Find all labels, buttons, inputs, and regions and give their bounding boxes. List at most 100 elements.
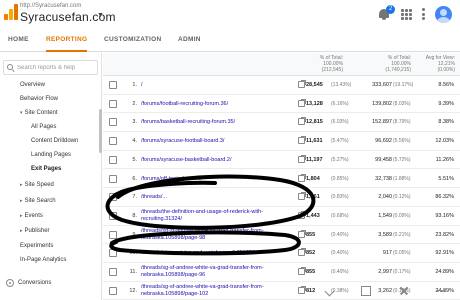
tab-admin[interactable]: ADMIN — [178, 28, 201, 52]
page-path-link[interactable]: /threads/ot-smart-tvs-and-watchespn.3.75… — [141, 250, 296, 256]
open-page-icon[interactable] — [298, 98, 306, 107]
tab-customization[interactable]: CUSTOMIZATION — [104, 28, 161, 52]
row-number: 6. — [132, 175, 137, 182]
table-row[interactable]: 3. /forums/basketball-recruiting-forum.35… — [103, 113, 460, 133]
pageviews-value: 1,804 — [306, 175, 320, 182]
sidebar-item-site-speed[interactable]: ▸ Site Speed — [20, 182, 54, 188]
report-search-box[interactable] — [3, 60, 98, 75]
pageviews-value: 11,631 — [306, 138, 323, 145]
page-path-link[interactable]: /forums/basketball-recruiting-forum.35/ — [141, 119, 296, 125]
row-checkbox[interactable] — [109, 230, 117, 239]
search-input[interactable] — [17, 62, 95, 73]
open-page-icon[interactable] — [298, 136, 306, 145]
page-path-link[interactable]: /forums/syracuse-football-board.3/ — [141, 138, 296, 144]
page-path-link[interactable]: /threads/... — [141, 194, 296, 200]
open-page-icon[interactable] — [298, 229, 306, 238]
row-checkbox[interactable] — [109, 268, 117, 276]
entrances-percent: (5.56%) — [393, 138, 411, 145]
more-options-icon[interactable] — [436, 286, 447, 296]
page-path-link[interactable]: /threads/sg-sf-andree-white-va-grad-tran… — [141, 284, 296, 300]
pageviews-value: 852 — [306, 250, 316, 257]
sidebar-item-conversions[interactable]: Conversions — [18, 280, 51, 286]
back-arrow-icon[interactable] — [324, 286, 334, 296]
row-checkbox[interactable] — [109, 174, 117, 183]
table-row[interactable]: 2. /forums/football-recruiting-forum.36/1… — [103, 95, 460, 114]
open-page-icon[interactable] — [298, 80, 306, 88]
table-row[interactable]: 9. /threads/sg-sf-andree-white-va-grad-tr… — [103, 226, 460, 245]
sidebar-item-landing-pages[interactable]: Landing Pages — [31, 152, 71, 158]
entrances-percent: (8.79%) — [393, 119, 411, 126]
page-path-link[interactable]: /threads/sg-sf-andree-white-va-grad-tran… — [141, 228, 296, 244]
table-row[interactable]: 7. /threads/... 1,761 (0.83%) 2,040 (0.12%) 86… — [103, 188, 460, 207]
apps-grid-icon[interactable] — [401, 8, 412, 20]
open-page-icon[interactable] — [298, 117, 306, 126]
row-checkbox[interactable] — [109, 249, 117, 258]
page-path-link[interactable]: /forums/football-recruiting-forum.36/ — [141, 101, 296, 107]
page-path-link[interactable]: /forums/off-topic-forum.6/ — [141, 176, 296, 182]
open-page-icon[interactable] — [298, 248, 306, 257]
sidebar-item-label: Site Search — [24, 198, 56, 204]
pageviews-percent: (5.47%) — [331, 138, 349, 145]
table-row[interactable]: 8. /threads/the-definition-and-usage-of-r… — [103, 207, 460, 226]
row-checkbox[interactable] — [109, 137, 117, 146]
table-row[interactable]: 6. /forums/off-topic-forum.6/1,804 (0.85%)… — [103, 170, 460, 189]
sidebar-item-experiments[interactable]: Experiments — [20, 243, 53, 249]
sidebar-item-in-page-analytics[interactable]: In-Page Analytics — [20, 257, 66, 263]
row-checkbox[interactable] — [109, 211, 117, 220]
table-row[interactable]: 1. / 28,545 (13.43%) 333,607 (19.17%) 8.56% — [103, 76, 460, 95]
sidebar-scrollbar[interactable] — [99, 109, 102, 153]
sidebar-item-content-drilldown[interactable]: Content Drilldown — [31, 138, 78, 144]
open-page-icon[interactable] — [298, 285, 306, 294]
page-path-link[interactable]: /threads/sg-sf-andree-white-va-grad-tran… — [141, 265, 296, 281]
open-page-icon[interactable] — [298, 173, 306, 182]
sidebar-item-publisher[interactable]: ▸ Publisher — [20, 228, 50, 234]
pageviews-percent: (6.16%) — [331, 100, 349, 107]
row-checkbox[interactable] — [109, 99, 117, 108]
sidebar-item-all-pages[interactable]: All Pages — [31, 124, 56, 130]
close-icon[interactable] — [399, 286, 409, 296]
sidebar-item-behavior-flow[interactable]: Behavior Flow — [20, 96, 58, 102]
entrances-value: 1,549 — [378, 212, 392, 219]
account-avatar[interactable] — [435, 5, 452, 23]
notifications-bell-icon[interactable]: 2 — [377, 5, 395, 21]
open-page-icon[interactable] — [298, 210, 306, 219]
open-page-icon[interactable] — [298, 267, 306, 275]
table-row[interactable]: 10. /threads/ot-smart-tvs-and-watchespn.3… — [103, 244, 460, 263]
sidebar-item-overview[interactable]: Overview — [20, 82, 45, 88]
caret-right-icon: ▸ — [20, 213, 23, 219]
open-page-icon[interactable] — [298, 154, 306, 163]
row-checkbox[interactable] — [109, 193, 117, 202]
entrances-value: 32,738 — [375, 175, 392, 182]
chevron-down-icon[interactable]: ▼ — [97, 12, 104, 19]
sidebar-item-label: Events — [24, 213, 43, 219]
sidebar-item-events[interactable]: ▸ Events — [20, 213, 43, 219]
sidebar-item-site-search[interactable]: ▸ Site Search — [20, 198, 56, 204]
row-number: 7. — [132, 194, 137, 201]
open-page-icon[interactable] — [298, 192, 306, 201]
table-row[interactable]: 11. /threads/sg-sf-andree-white-va-grad-t… — [103, 263, 460, 282]
page-path-link[interactable]: / — [141, 82, 296, 88]
notification-count-badge: 2 — [386, 5, 395, 14]
pageviews-value: 13,128 — [306, 100, 323, 107]
table-row[interactable]: 4. /forums/syracuse-football-board.3/11,6… — [103, 132, 460, 151]
page-path-link[interactable]: /threads/the-definition-and-usage-of-red… — [141, 209, 296, 225]
exit-rate-value: 8.38% — [438, 119, 454, 126]
exit-rate-value: 93.16% — [435, 212, 454, 219]
row-checkbox[interactable] — [109, 81, 117, 89]
exit-rate-value: 9.39% — [438, 100, 454, 107]
entrances-value: 139,802 — [372, 100, 392, 107]
tab-reporting[interactable]: REPORTING — [46, 28, 88, 52]
row-checkbox[interactable] — [109, 155, 117, 164]
sidebar-item-site-content[interactable]: ▾ Site Content — [20, 110, 58, 116]
exit-rate-value: 5.51% — [438, 175, 454, 182]
table-summary-row: % of Total: 100.00% (212,545) % of Total: 1… — [103, 53, 460, 76]
tab-home[interactable]: HOME — [8, 28, 29, 52]
row-checkbox[interactable] — [109, 118, 117, 127]
row-number: 2. — [132, 100, 137, 107]
table-row[interactable]: 5. /forums/syracuse-basketball-board.2/11… — [103, 151, 460, 170]
crop-icon[interactable] — [361, 286, 372, 296]
sidebar-item-exit-pages[interactable]: Exit Pages — [31, 166, 61, 172]
row-checkbox[interactable] — [109, 286, 117, 295]
page-path-link[interactable]: /forums/syracuse-basketball-board.2/ — [141, 157, 296, 163]
more-options-icon[interactable] — [422, 8, 425, 20]
